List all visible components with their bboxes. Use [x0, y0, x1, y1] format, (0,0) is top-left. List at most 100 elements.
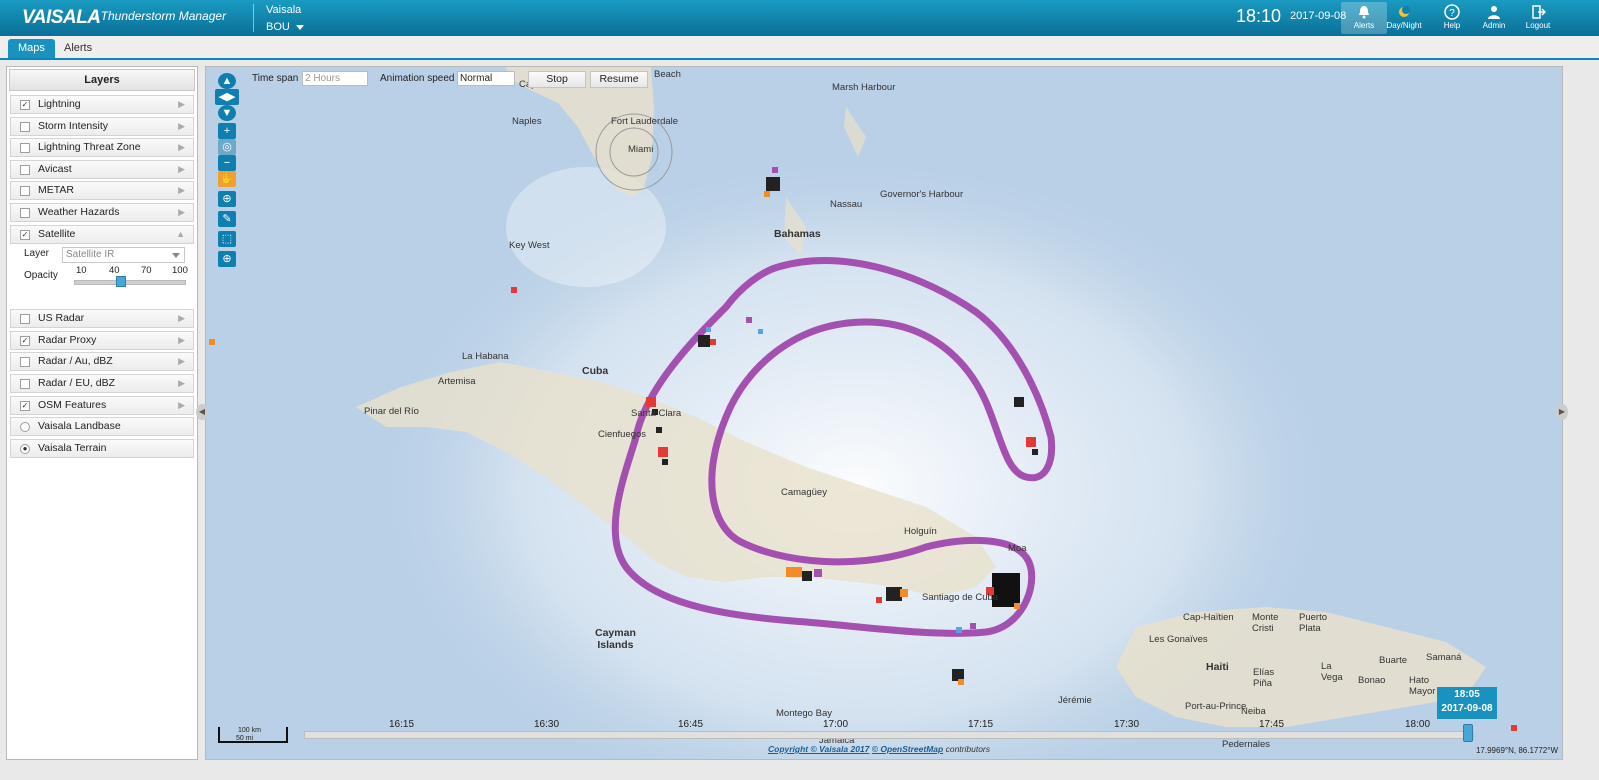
pan-down-icon[interactable]: ▼: [218, 105, 236, 121]
layer-checkbox[interactable]: ✓: [20, 335, 30, 346]
day-night-button-label: Day/Night: [1386, 21, 1422, 30]
place-label: Fort Lauderdale: [611, 116, 679, 127]
chevron-right-icon[interactable]: ▶: [178, 118, 185, 135]
measure-icon[interactable]: ✎: [218, 211, 236, 227]
chevron-right-icon[interactable]: ▶: [178, 397, 185, 414]
zoom-in-icon[interactable]: +: [218, 123, 236, 139]
satellite-layer-select[interactable]: Satellite IR: [62, 247, 185, 264]
globe-icon[interactable]: ◎: [218, 139, 236, 155]
layer-label: Lightning: [38, 98, 81, 110]
help-button[interactable]: ? Help: [1429, 2, 1475, 34]
timeline-label: 17:00: [823, 719, 849, 730]
magnify-icon[interactable]: ⊕: [218, 251, 236, 267]
timeline-track[interactable]: [304, 731, 1474, 739]
layer-label: Vaisala Landbase: [38, 420, 121, 433]
opacity-slider-handle[interactable]: [116, 276, 126, 288]
layer-checkbox[interactable]: [20, 164, 30, 175]
layer-row-avicast[interactable]: Avicast ▶: [10, 159, 194, 179]
place-label: Bonao: [1358, 675, 1386, 686]
layer-row-vaisala-landbase[interactable]: Vaisala Landbase: [10, 417, 194, 437]
zoom-out-icon[interactable]: −: [218, 155, 236, 171]
timeline-handle[interactable]: [1463, 724, 1473, 742]
day-night-button[interactable]: Day/Night: [1381, 2, 1427, 34]
pan-up-icon[interactable]: ▲: [218, 73, 236, 89]
place-label: Governor's Harbour: [880, 189, 964, 200]
chevron-right-icon[interactable]: ▶: [178, 182, 185, 199]
layer-radio[interactable]: ●: [20, 443, 30, 454]
map-view[interactable]: Beach Cape Coral Marsh Harbour Naples Fo…: [205, 66, 1563, 760]
opacity-slider-track[interactable]: [74, 280, 186, 286]
pan-arrows-icon[interactable]: ◀▶: [215, 89, 239, 105]
layer-label: Radar / Au, dBZ: [38, 355, 113, 368]
resume-button[interactable]: Resume: [590, 71, 648, 88]
layer-row-radar-au[interactable]: Radar / Au, dBZ ▶: [10, 352, 194, 372]
layer-row-osm-features[interactable]: ✓ OSM Features ▶: [10, 395, 194, 415]
layer-radio[interactable]: [20, 422, 30, 433]
site-selector[interactable]: BOU: [266, 21, 304, 33]
layer-row-storm-intensity[interactable]: Storm Intensity ▶: [10, 116, 194, 136]
select-icon[interactable]: ⬚: [218, 231, 236, 247]
hand-tool-icon[interactable]: ✋: [218, 171, 236, 187]
layer-checkbox[interactable]: [20, 143, 30, 154]
contributors-text: contributors: [945, 744, 991, 754]
place-label: Santiago de Cuba: [922, 592, 999, 603]
layer-checkbox[interactable]: [20, 121, 30, 132]
layer-checkbox[interactable]: [20, 186, 30, 197]
layer-row-lightning[interactable]: ✓ Lightning ▶: [10, 95, 194, 114]
expand-right-panel-icon[interactable]: ▶: [1556, 404, 1568, 420]
admin-button[interactable]: Admin: [1471, 2, 1517, 34]
layer-row-vaisala-terrain[interactable]: ● Vaisala Terrain: [10, 438, 194, 458]
layer-checkbox[interactable]: [20, 314, 30, 325]
layer-row-radar-eu[interactable]: Radar / EU, dBZ ▶: [10, 373, 194, 393]
chevron-up-icon[interactable]: ▲: [176, 226, 185, 243]
layer-label: Satellite: [38, 227, 76, 240]
layer-row-weather-hazards[interactable]: Weather Hazards ▶: [10, 202, 194, 222]
layer-row-us-radar[interactable]: US Radar ▶: [10, 309, 194, 329]
vaisala-copyright-link[interactable]: Copyright © Vaisala 2017: [768, 744, 869, 754]
chevron-right-icon[interactable]: ▶: [178, 204, 185, 221]
zoom-box-icon[interactable]: ⊕: [218, 191, 236, 207]
layer-checkbox[interactable]: ✓: [20, 100, 30, 110]
layer-checkbox[interactable]: [20, 207, 30, 218]
chevron-right-icon[interactable]: ▶: [178, 353, 185, 370]
place-label: Montego Bay: [776, 708, 832, 719]
place-label: Les Gonaïves: [1149, 634, 1208, 645]
osm-copyright-link[interactable]: © OpenStreetMap: [872, 744, 943, 754]
stop-button[interactable]: Stop: [528, 71, 586, 88]
logout-button[interactable]: Logout: [1515, 2, 1561, 34]
layer-checkbox[interactable]: [20, 357, 30, 368]
chevron-right-icon[interactable]: ▶: [178, 310, 185, 327]
collapse-panel-icon[interactable]: ◀: [196, 404, 208, 420]
chevron-right-icon[interactable]: ▶: [178, 161, 185, 178]
layer-row-metar[interactable]: METAR ▶: [10, 181, 194, 201]
timeline-label: 16:15: [389, 719, 415, 730]
animation-speed-select[interactable]: Normal: [457, 71, 515, 86]
place-label: Holguín: [904, 526, 937, 537]
timeline-current-date: 2017-09-08: [1441, 703, 1493, 714]
opacity-label: Opacity: [24, 270, 58, 282]
satellite-layer-label: Layer: [24, 248, 50, 260]
layer-checkbox[interactable]: [20, 378, 30, 389]
layer-label: METAR: [38, 184, 74, 197]
layer-checkbox[interactable]: ✓: [20, 229, 30, 240]
layer-checkbox[interactable]: ✓: [20, 400, 30, 411]
layer-row-radar-proxy[interactable]: ✓ Radar Proxy ▶: [10, 330, 194, 350]
app-header: VAISALA / Thunderstorm Manager Vaisala B…: [0, 0, 1599, 36]
timeline-current-badge: 18:05 2017-09-08: [1437, 687, 1497, 719]
timeline-current-time: 18:05: [1454, 689, 1480, 700]
place-label: Samaná: [1426, 652, 1462, 663]
layer-row-lightning-threat-zone[interactable]: Lightning Threat Zone ▶: [10, 138, 194, 158]
chevron-right-icon[interactable]: ▶: [178, 139, 185, 156]
tab-maps[interactable]: Maps: [8, 39, 55, 58]
site-label: BOU: [266, 21, 290, 33]
chevron-right-icon[interactable]: ▶: [178, 332, 185, 349]
chevron-right-icon[interactable]: ▶: [178, 375, 185, 392]
place-label: La Vega: [1321, 661, 1343, 683]
layer-label: Radar Proxy: [38, 333, 97, 346]
vaisala-logo: VAISALA: [22, 7, 101, 28]
chevron-right-icon[interactable]: ▶: [178, 96, 185, 113]
tab-alerts[interactable]: Alerts: [54, 39, 102, 58]
time-span-select[interactable]: 2 Hours: [302, 71, 368, 86]
layer-row-satellite[interactable]: ✓ Satellite ▲: [10, 224, 194, 244]
layer-label: Vaisala Terrain: [38, 441, 107, 454]
